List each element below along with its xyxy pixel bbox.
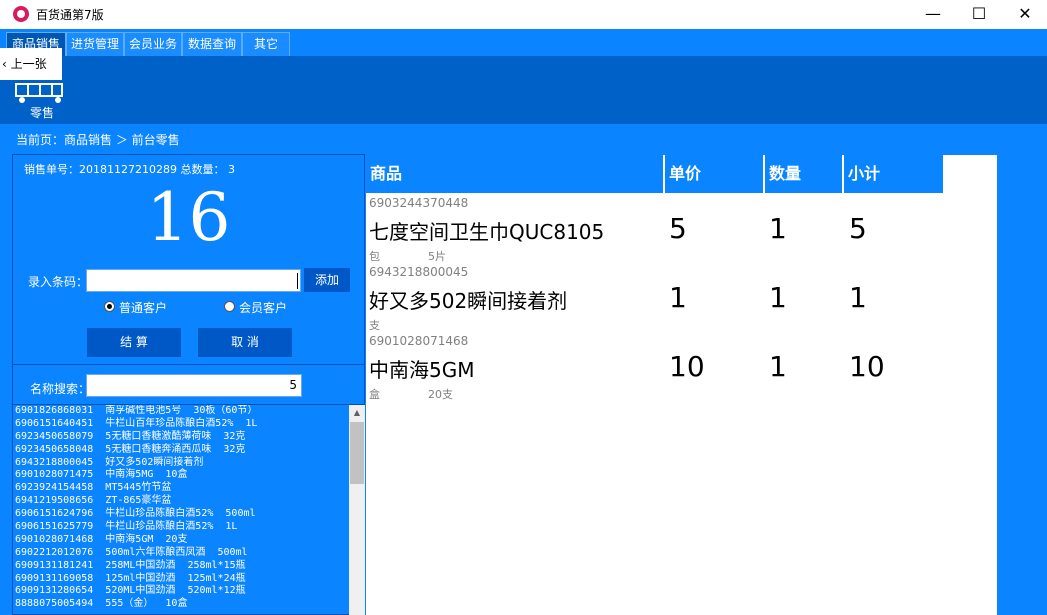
tab-other[interactable]: 其它 [242,32,290,56]
checkout-button[interactable]: 结 算 [87,328,181,357]
scroll-up-icon[interactable]: ▲ [349,405,365,421]
list-item[interactable]: 6923450658048 5无糖口香糖奔涌西瓜味 32克 [12,444,349,457]
app-logo-icon [13,6,29,22]
window-title: 百货通第7版 [36,8,104,22]
cart-item-spec: 20支 [428,388,453,401]
list-item[interactable]: 6906151625779 牛栏山珍品陈酿白酒52% 1L [12,521,349,534]
cart-item-qty[interactable]: 1 [769,212,787,245]
cart-item-qty[interactable]: 1 [769,281,787,314]
list-item[interactable]: 6901826868031 南孚碱性电池5号 30板（60节） [12,405,349,418]
ribbon [0,56,1047,124]
minimize-button[interactable]: — [910,0,956,29]
previous-label: 上一张 [10,57,47,71]
name-search-input[interactable]: 5 [86,374,302,397]
cart-item-qty[interactable]: 1 [769,350,787,383]
regular-customer-radio[interactable] [104,301,115,312]
list-item[interactable]: 6901028071468 中南海5GM 20支 [12,534,349,547]
list-item[interactable]: 8888075005494 555（金） 10盒 [12,598,349,611]
cart-item-unit: 盒 [369,388,380,401]
cart-item-spec: 5片 [428,250,446,263]
cart-item-name[interactable]: 好又多502瞬间接着剂 [369,285,567,314]
cart-item-subtotal: 10 [849,350,885,383]
barcode-input[interactable] [86,269,301,292]
list-item[interactable]: 6901028071475 中南海5MG 10盒 [12,469,349,482]
barcode-label: 录入条码： [28,275,89,289]
text-caret [297,273,298,289]
divider [12,364,365,365]
list-item[interactable]: 6923924154458 MT5445竹节盆 [12,482,349,495]
title-bar: 百货通第7版 — ☐ ✕ [0,0,1047,29]
member-customer-label: 会员客户 [239,301,288,315]
cart-icon[interactable] [14,82,66,104]
tab-purchase[interactable]: 进货管理 [66,32,124,56]
previous-button[interactable]: ‹ 上一张 [0,48,62,80]
cancel-button[interactable]: 取 消 [198,328,292,357]
chevron-left-icon: ‹ [2,57,7,71]
vertical-scrollbar[interactable]: ▲ [349,405,365,615]
list-item[interactable]: 6941219508656 ZT-865豪华盆 [12,495,349,508]
tab-member[interactable]: 会员业务 [124,32,182,56]
cart-item-name[interactable]: 中南海5GM [369,354,474,383]
cart-item-barcode: 6903244370448 [369,196,469,210]
list-item[interactable]: 6902212012076 500ml六年陈酿西凤酒 500ml [12,547,349,560]
cart-item-name[interactable]: 七度空间卫生巾QUC8105 [369,216,604,245]
order-info: 销售单号：20181127210289 总数量： 3 [24,163,235,176]
column-header-subtotal: 小计 [844,155,943,193]
scroll-thumb[interactable] [350,422,364,484]
list-item[interactable]: 6906151624796 牛栏山珍品陈酿白酒52% 500ml [12,508,349,521]
add-button[interactable]: 添加 [304,268,350,292]
cart-item-subtotal: 1 [849,281,867,314]
column-header-qty: 数量 [765,155,842,193]
list-item[interactable]: 6909131169058 125ml中国劲酒 125ml*24瓶 [12,573,349,586]
list-item[interactable]: 6909131280654 520ML中国劲酒 520ml*12瓶 [12,585,349,598]
tab-data-query[interactable]: 数据查询 [182,32,242,56]
cart-item-barcode: 6901028071468 [369,334,469,348]
total-amount: 16 [146,179,231,256]
list-item[interactable]: 6923450658079 5无糖口香糖激酷薄荷味 32克 [12,431,349,444]
list-item[interactable]: 6909131181241 258ML中国劲酒 258ml*15瓶 [12,560,349,573]
column-header-price: 单价 [665,155,763,193]
cart-item-barcode: 6943218800045 [369,265,469,279]
menu-bar: 商品销售 进货管理 会员业务 数据查询 其它 [0,29,1047,56]
cart-item-price: 5 [669,212,687,245]
name-search-label: 名称搜索： [30,382,91,396]
search-results-list[interactable]: 6901826868031 南孚碱性电池5号 30板（60节） 69061516… [12,405,349,615]
cart-item-price: 10 [669,350,705,383]
list-item[interactable]: 6906151640451 牛栏山百年珍品陈酿白酒52% 1L [12,418,349,431]
close-button[interactable]: ✕ [1002,0,1047,29]
column-header-product: 商品 [366,155,663,193]
list-item[interactable]: 6943218800045 好又多502瞬间接着剂 [12,457,349,470]
cart-item-price: 1 [669,281,687,314]
member-customer-radio[interactable] [224,301,235,312]
cart-item-unit: 包 [369,250,380,263]
breadcrumb: 当前页：商品销售 ＞ 前台零售 [16,133,180,147]
cart-item-subtotal: 5 [849,212,867,245]
maximize-button[interactable]: ☐ [956,0,1002,29]
regular-customer-label: 普通客户 [119,301,168,315]
retail-label: 零售 [30,106,55,120]
cart-item-unit: 支 [369,319,380,332]
